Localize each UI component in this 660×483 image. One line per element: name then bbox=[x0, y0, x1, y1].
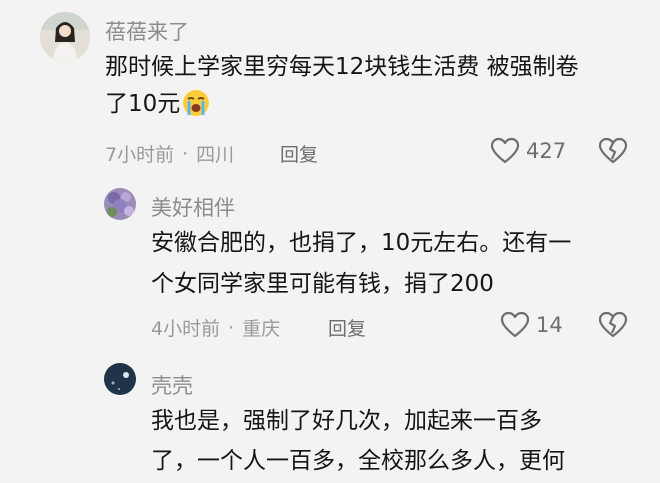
comment-text-line-1: 我也是，强制了好几次，加起来一百多 bbox=[151, 408, 542, 434]
comment-text-line-2-text: 了10元 bbox=[105, 91, 181, 117]
crying-face-icon bbox=[182, 89, 210, 131]
heart-icon bbox=[500, 311, 530, 338]
reply-button[interactable]: 回复 bbox=[280, 140, 318, 167]
avatar[interactable] bbox=[104, 363, 136, 395]
timestamp: 4小时前 bbox=[151, 318, 221, 340]
username[interactable]: 壳壳 bbox=[151, 370, 193, 400]
username[interactable]: 美好相伴 bbox=[151, 192, 235, 222]
comment-meta: 4小时前 · 重庆 bbox=[151, 314, 280, 341]
timestamp: 7小时前 bbox=[105, 144, 175, 166]
avatar-image bbox=[104, 363, 136, 395]
avatar-image bbox=[104, 188, 136, 220]
location: 四川 bbox=[196, 144, 235, 166]
username[interactable]: 蓓蓓来了 bbox=[105, 16, 189, 46]
avatar[interactable] bbox=[40, 12, 90, 62]
avatar[interactable] bbox=[104, 188, 136, 220]
like-count: 14 bbox=[536, 313, 563, 337]
broken-heart-icon bbox=[598, 137, 628, 164]
dislike-button[interactable] bbox=[598, 137, 628, 169]
comment-text-line-1: 安徽合肥的，也捐了，10元左右。还有一 bbox=[151, 230, 572, 256]
comment-text-line-1: 那时候上学家里穷每天12块钱生活费 被强制卷 bbox=[105, 54, 579, 80]
like-button[interactable]: 427 bbox=[490, 137, 566, 165]
meta-separator: · bbox=[228, 316, 235, 339]
reply-button[interactable]: 回复 bbox=[328, 314, 366, 341]
comment-text-line-2: 了，一个人一百多，全校那么多人，更何 bbox=[151, 448, 565, 474]
comment-text-line-2: 个女同学家里可能有钱，捐了200 bbox=[151, 271, 494, 297]
like-count: 427 bbox=[526, 139, 567, 163]
broken-heart-icon bbox=[598, 311, 628, 338]
like-button[interactable]: 14 bbox=[500, 311, 563, 339]
avatar-image bbox=[40, 12, 90, 62]
meta-separator: · bbox=[182, 142, 189, 165]
dislike-button[interactable] bbox=[598, 311, 628, 343]
location: 重庆 bbox=[242, 318, 281, 340]
heart-icon bbox=[490, 137, 520, 164]
comment-meta: 7小时前 · 四川 bbox=[105, 140, 234, 167]
comment-text-line-2: 了10元 bbox=[105, 83, 210, 131]
